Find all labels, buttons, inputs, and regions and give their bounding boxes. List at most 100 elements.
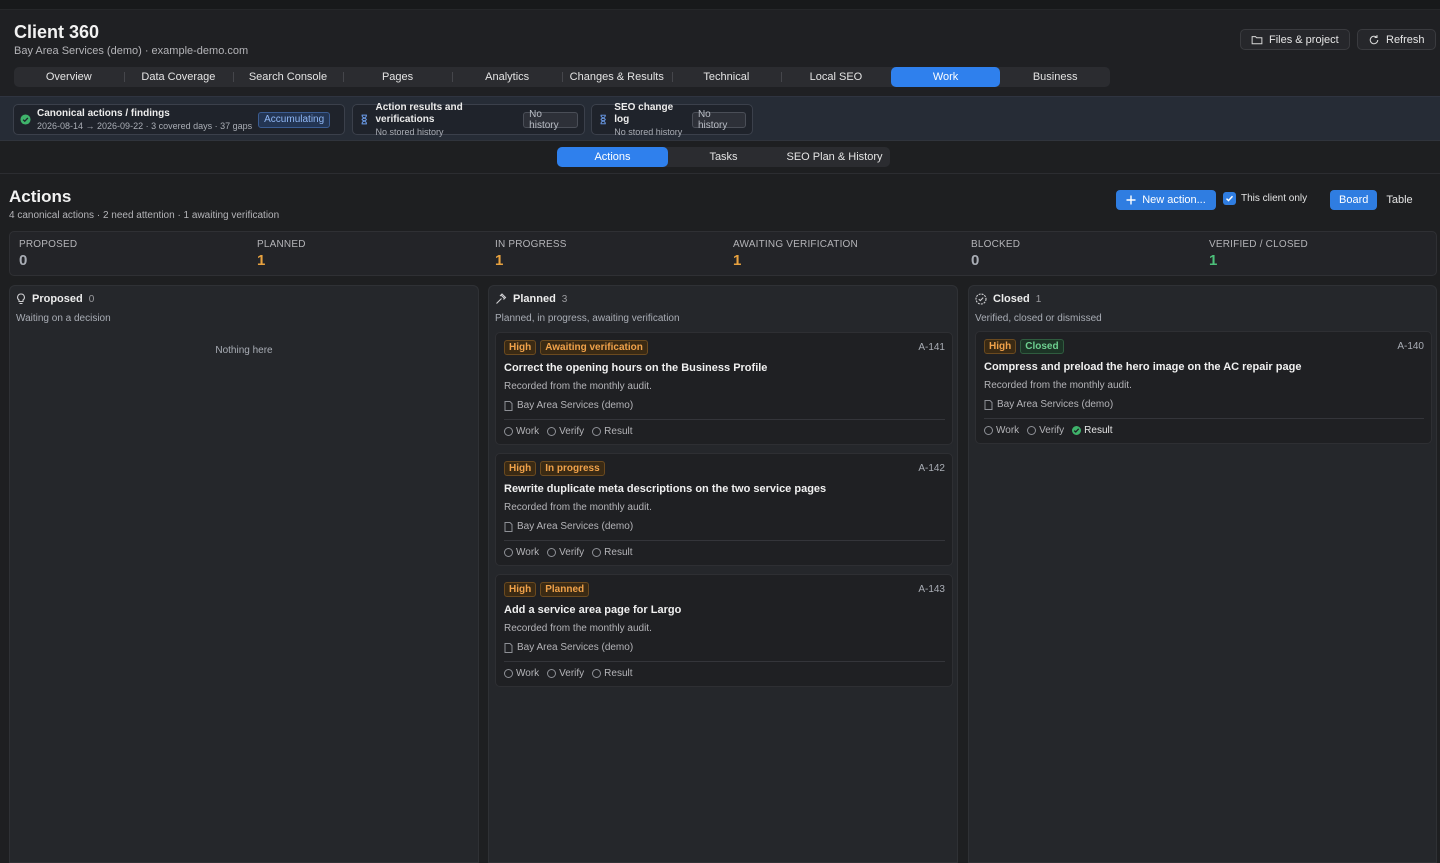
step-label: Work xyxy=(516,547,540,558)
status-chip-canonical[interactable]: Canonical actions / findings 2026-08-14 … xyxy=(13,104,345,135)
subtab-actions[interactable]: Actions xyxy=(557,147,668,167)
stat-label: BLOCKED xyxy=(971,239,1021,250)
column-description: Verified, closed or dismissed xyxy=(975,313,1102,324)
plus-icon xyxy=(1126,195,1136,205)
step-label: Work xyxy=(996,425,1020,436)
subtab-tasks[interactable]: Tasks xyxy=(668,147,779,167)
stat-label: PROPOSED xyxy=(19,239,78,250)
step-work[interactable]: Work xyxy=(504,547,539,558)
step-circle-icon xyxy=(592,669,602,678)
step-verify[interactable]: Verify xyxy=(547,426,584,437)
step-result[interactable]: Result xyxy=(592,547,633,558)
action-card[interactable]: High Closed A-140 Compress and preload t… xyxy=(975,331,1432,444)
new-action-button[interactable]: New action... xyxy=(1116,190,1216,210)
column-name: Proposed xyxy=(32,293,83,305)
action-card[interactable]: High Planned A-143 Add a service area pa… xyxy=(495,574,953,687)
action-id: A-142 xyxy=(918,463,945,474)
step-circle-icon xyxy=(547,427,557,436)
step-result[interactable]: Result xyxy=(592,668,633,679)
stat-label: VERIFIED / CLOSED xyxy=(1209,239,1308,250)
step-label: Verify xyxy=(559,426,585,437)
folder-icon xyxy=(1251,35,1263,44)
status-badge: Awaiting verification xyxy=(540,340,648,355)
subtab-seo-plan-history[interactable]: SEO Plan & History xyxy=(779,147,890,167)
status-badge: Accumulating xyxy=(258,111,331,128)
stat-value: 1 xyxy=(495,252,504,269)
tab-pages[interactable]: Pages xyxy=(342,67,453,87)
tab-work[interactable]: Work xyxy=(890,67,1001,87)
page-title: Client 360 xyxy=(14,22,100,42)
tab-technical[interactable]: Technical xyxy=(671,67,782,87)
tab-data-coverage[interactable]: Data Coverage xyxy=(123,67,234,87)
step-work[interactable]: Work xyxy=(504,426,539,437)
refresh-label: Refresh xyxy=(1386,33,1425,46)
top-strip xyxy=(0,0,1440,10)
column-description: Waiting on a decision xyxy=(16,313,111,324)
step-verify[interactable]: Verify xyxy=(1027,425,1064,436)
tab-overview[interactable]: Overview xyxy=(14,67,124,87)
refresh-icon xyxy=(1369,34,1379,44)
document-icon xyxy=(504,642,513,653)
card-divider xyxy=(504,661,945,662)
status-badge: Closed xyxy=(1020,339,1064,354)
status-chip-detail: 2026-08-14 → 2026-09-22 · 3 covered days… xyxy=(37,120,253,131)
hourglass-icon xyxy=(600,114,606,125)
section-summary: 4 canonical actions · 2 need attention ·… xyxy=(9,210,280,221)
action-client-name: Bay Area Services (demo) xyxy=(997,399,1114,410)
step-circle-icon xyxy=(547,669,557,678)
step-circle-icon xyxy=(592,548,602,557)
action-title[interactable]: Add a service area page for Largo xyxy=(504,604,681,616)
card-divider xyxy=(504,419,945,420)
column-count: 0 xyxy=(88,293,95,305)
step-circle-icon xyxy=(547,548,557,557)
action-title[interactable]: Correct the opening hours on the Busines… xyxy=(504,362,767,374)
step-verify[interactable]: Verify xyxy=(547,668,584,679)
step-verify[interactable]: Verify xyxy=(547,547,584,558)
stat-label: PLANNED xyxy=(257,239,306,250)
step-work[interactable]: Work xyxy=(504,668,539,679)
column-header: Proposed 0 xyxy=(16,293,94,305)
view-toggle: Board Table xyxy=(1330,190,1422,210)
stat-value: 1 xyxy=(1209,252,1218,269)
action-card[interactable]: High Awaiting verification A-141 Correct… xyxy=(495,332,953,445)
action-title[interactable]: Compress and preload the hero image on t… xyxy=(984,361,1301,373)
action-title[interactable]: Rewrite duplicate meta descriptions on t… xyxy=(504,483,826,495)
action-steps: Work Verify Result xyxy=(984,425,1113,436)
document-icon xyxy=(504,400,513,411)
action-id: A-140 xyxy=(1397,341,1424,352)
priority-badge: High xyxy=(504,461,537,476)
tab-business[interactable]: Business xyxy=(1000,67,1110,87)
action-client-name: Bay Area Services (demo) xyxy=(517,521,634,532)
step-label: Work xyxy=(516,426,540,437)
tab-search-console[interactable]: Search Console xyxy=(233,67,343,87)
check-circle-icon xyxy=(20,114,31,125)
step-result[interactable]: Result xyxy=(592,426,633,437)
action-note: Recorded from the monthly audit. xyxy=(504,623,652,634)
files-project-button[interactable]: Files & project xyxy=(1240,29,1350,50)
status-bar: Canonical actions / findings 2026-08-14 … xyxy=(0,96,1440,141)
tab-analytics[interactable]: Analytics xyxy=(452,67,562,87)
status-chip-changelog[interactable]: SEO change log No stored history No hist… xyxy=(591,102,753,137)
step-work[interactable]: Work xyxy=(984,425,1019,436)
board-view-button[interactable]: Board xyxy=(1330,190,1378,210)
status-chip-results[interactable]: Action results and verifications No stor… xyxy=(352,102,585,137)
table-view-button[interactable]: Table xyxy=(1377,190,1421,210)
column-name: Planned xyxy=(513,293,556,305)
step-result[interactable]: Result xyxy=(1072,425,1113,436)
check-icon xyxy=(1225,195,1234,202)
action-card[interactable]: High In progress A-142 Rewrite duplicate… xyxy=(495,453,953,566)
status-badge: No history xyxy=(691,109,746,131)
status-badge: No history xyxy=(523,109,578,131)
action-client-name: Bay Area Services (demo) xyxy=(517,400,634,411)
tab-local-seo[interactable]: Local SEO xyxy=(781,67,891,87)
stat-label: AWAITING VERIFICATION xyxy=(733,239,858,250)
client-only-toggle[interactable]: This client only xyxy=(1223,192,1307,205)
empty-state: Nothing here xyxy=(215,345,273,356)
step-circle-icon xyxy=(1027,426,1037,435)
priority-badge: High xyxy=(504,340,537,355)
tab-changes-results[interactable]: Changes & Results xyxy=(561,67,672,87)
client-only-checkbox[interactable] xyxy=(1223,192,1236,205)
page-subtitle: Bay Area Services (demo) · example-demo.… xyxy=(14,45,249,57)
refresh-button[interactable]: Refresh xyxy=(1357,29,1436,50)
lightbulb-icon xyxy=(17,293,25,305)
